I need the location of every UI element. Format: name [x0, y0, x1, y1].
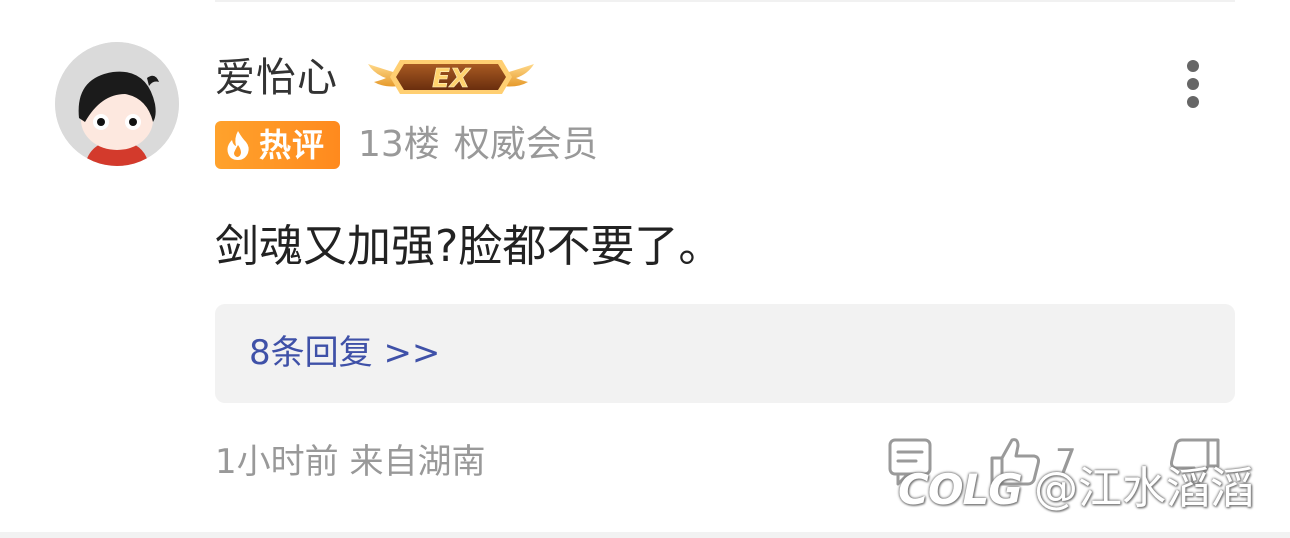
avatar-illustration: [55, 42, 179, 166]
comment-body: 剑魂又加强?脸都不要了。: [215, 221, 723, 272]
more-options-button[interactable]: [1178, 58, 1208, 110]
view-replies-link[interactable]: 8条回复 >>: [249, 329, 440, 377]
avatar[interactable]: [55, 42, 179, 166]
comment-card: 爱怡心 EX 热评 13楼 权威会员 剑魂又加强?脸都不要了。 8条回复 >> …: [0, 0, 1290, 538]
more-dot: [1187, 78, 1199, 90]
floor-role-line: 13楼 权威会员: [358, 120, 598, 170]
replies-preview[interactable]: 8条回复 >>: [215, 304, 1235, 403]
level-badge-icon: EX: [368, 60, 534, 94]
level-badge-text: EX: [432, 64, 472, 94]
username[interactable]: 爱怡心: [215, 50, 338, 106]
member-role: 权威会员: [453, 124, 598, 165]
hot-comment-badge: 热评: [215, 121, 340, 169]
more-vertical-icon: [1187, 60, 1199, 72]
more-dot: [1187, 96, 1199, 108]
floor-number: 13楼: [358, 124, 440, 165]
like-count: 7: [1055, 442, 1077, 482]
thumbs-down-icon[interactable]: [1168, 436, 1222, 490]
hot-badge-label: 热评: [259, 126, 326, 164]
flame-icon: [227, 131, 249, 160]
thumbs-up-icon[interactable]: [988, 434, 1042, 488]
comment-icon[interactable]: [886, 436, 938, 488]
top-divider: [215, 0, 1235, 2]
time-location: 1小时前 来自湖南: [215, 442, 486, 482]
bottom-divider: [0, 532, 1290, 538]
